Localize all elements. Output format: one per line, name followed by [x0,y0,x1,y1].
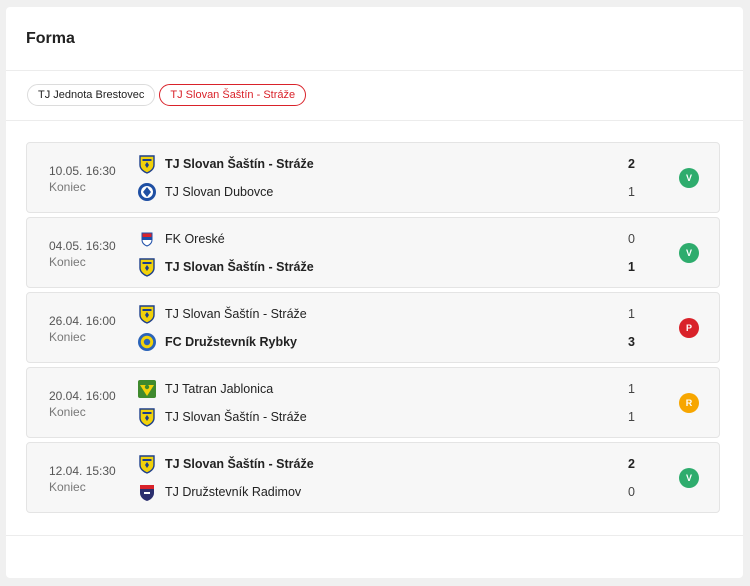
match-date: 10.05. 16:30 [49,164,116,178]
away-score: 1 [628,260,635,274]
match-list: 10.05. 16:30 Koniec TJ Slovan Šaštín - S… [26,142,720,517]
slovan-sastin-crest-icon [137,407,157,427]
match-status: Koniec [49,180,86,194]
fk-oreske-crest-icon [137,229,157,249]
match-date: 20.04. 16:00 [49,389,116,403]
away-team: TJ Družstevník Radimov [137,481,301,503]
slovan-sastin-crest-icon [137,454,157,474]
away-team-name: FC Družstevník Rybky [165,335,297,349]
match-row[interactable]: 12.04. 15:30 Koniec TJ Slovan Šaštín - S… [26,442,720,513]
away-team: TJ Slovan Šaštín - Stráže [137,256,314,278]
match-status: Koniec [49,480,86,494]
home-team-name: TJ Slovan Šaštín - Stráže [165,457,314,471]
slovan-dubovce-crest-icon [137,182,157,202]
home-score: 0 [628,232,635,246]
home-team-name: TJ Tatran Jablonica [165,382,274,396]
result-badge: V [679,468,699,488]
home-team-name: TJ Slovan Šaštín - Stráže [165,307,307,321]
match-date: 26.04. 16:00 [49,314,116,328]
away-team: TJ Slovan Dubovce [137,181,273,203]
divider [6,70,743,71]
away-team: FC Družstevník Rybky [137,331,297,353]
team-tabs: TJ Jednota Brestovec TJ Slovan Šaštín - … [27,84,307,106]
home-team: TJ Slovan Šaštín - Stráže [137,303,307,325]
away-score: 0 [628,485,635,499]
home-team-name: TJ Slovan Šaštín - Stráže [165,157,314,171]
tab-jednota-brestovec[interactable]: TJ Jednota Brestovec [27,84,156,106]
tatran-jablonica-crest-icon [137,379,157,399]
away-score: 1 [628,185,635,199]
radimov-crest-icon [137,482,157,502]
match-row[interactable]: 20.04. 16:00 Koniec TJ Tatran Jablonica … [26,367,720,438]
divider [6,120,743,121]
home-team: TJ Slovan Šaštín - Stráže [137,453,314,475]
home-score: 2 [628,457,635,471]
home-team: TJ Slovan Šaštín - Stráže [137,153,314,175]
away-team-name: TJ Slovan Dubovce [165,185,274,199]
home-score: 2 [628,157,635,171]
away-team-name: TJ Slovan Šaštín - Stráže [165,410,307,424]
fc-rybky-crest-icon [137,332,157,352]
match-row[interactable]: 10.05. 16:30 Koniec TJ Slovan Šaštín - S… [26,142,720,213]
result-badge: V [679,168,699,188]
away-team: TJ Slovan Šaštín - Stráže [137,406,307,428]
divider [6,535,743,536]
result-badge: P [679,318,699,338]
match-date: 12.04. 15:30 [49,464,116,478]
match-row[interactable]: 04.05. 16:30 Koniec FK Oreské TJ Slovan … [26,217,720,288]
match-status: Koniec [49,330,86,344]
home-score: 1 [628,307,635,321]
away-score: 1 [628,410,635,424]
match-date: 04.05. 16:30 [49,239,116,253]
result-badge: V [679,243,699,263]
form-card: Forma TJ Jednota Brestovec TJ Slovan Šaš… [6,7,743,578]
slovan-sastin-crest-icon [137,257,157,277]
home-team-name: FK Oreské [165,232,225,246]
match-row[interactable]: 26.04. 16:00 Koniec TJ Slovan Šaštín - S… [26,292,720,363]
away-team-name: TJ Slovan Šaštín - Stráže [165,260,314,274]
match-status: Koniec [49,255,86,269]
home-team: FK Oreské [137,228,225,250]
slovan-sastin-crest-icon [137,304,157,324]
result-badge: R [679,393,699,413]
tab-slovan-sastin[interactable]: TJ Slovan Šaštín - Stráže [159,84,307,106]
slovan-sastin-crest-icon [137,154,157,174]
away-team-name: TJ Družstevník Radimov [165,485,302,499]
away-score: 3 [628,335,635,349]
match-status: Koniec [49,405,86,419]
home-score: 1 [628,382,635,396]
card-title: Forma [26,30,75,47]
home-team: TJ Tatran Jablonica [137,378,273,400]
